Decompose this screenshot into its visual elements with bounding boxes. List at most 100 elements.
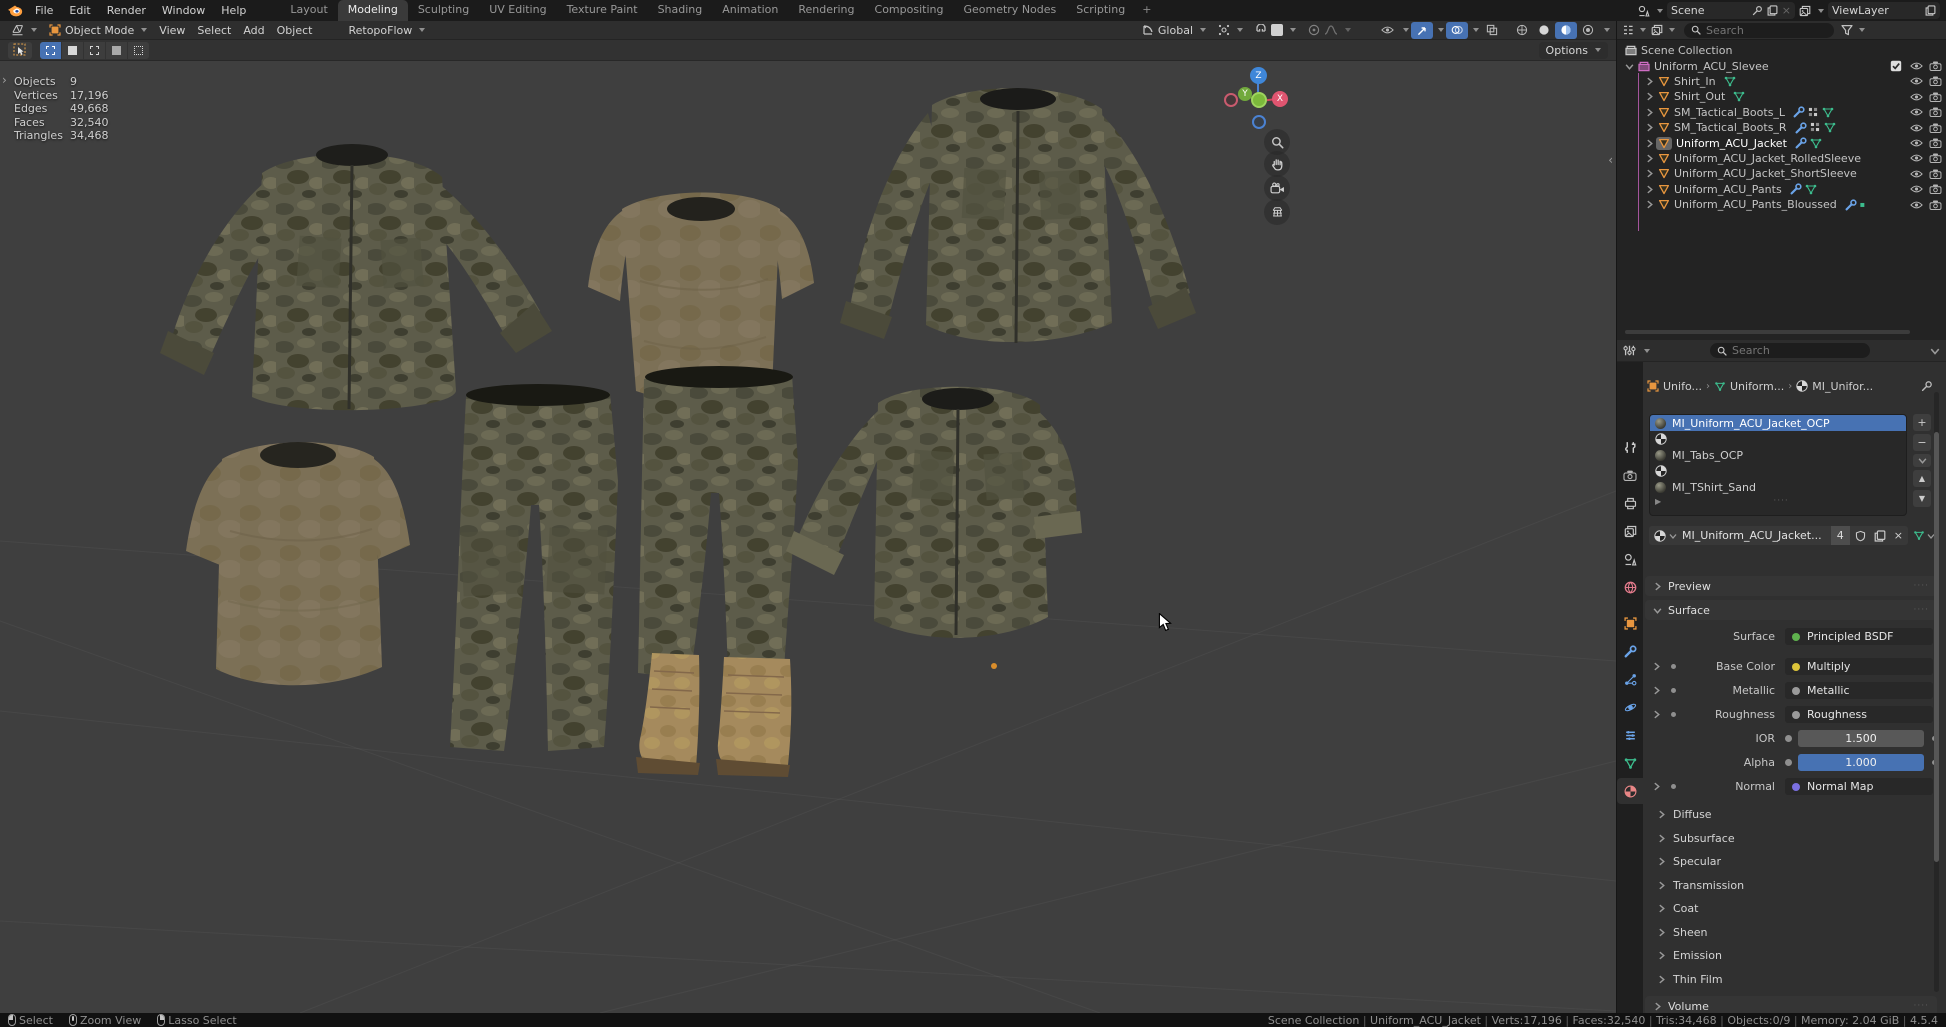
new-view-layer-icon[interactable] — [1925, 5, 1936, 16]
subpanel-subsurface[interactable]: Subsurface — [1645, 830, 1937, 847]
breadcrumb-object[interactable]: Unifo... — [1663, 380, 1702, 393]
subpanel-coat[interactable]: Coat — [1645, 900, 1937, 917]
render-visibility-icon[interactable] — [1929, 92, 1942, 102]
properties-scrollbar[interactable] — [1934, 392, 1939, 992]
shading-solid-button[interactable] — [1533, 22, 1555, 39]
outliner-scrollbar[interactable] — [1625, 330, 1910, 334]
scene-browse-icon[interactable] — [1638, 5, 1650, 17]
outliner-row-boots-r[interactable]: SM_Tactical_Boots_R — [1617, 120, 1946, 135]
expand-chevron-icon[interactable] — [1645, 77, 1654, 86]
expand-arrow-icon[interactable]: ▶ — [1655, 497, 1661, 506]
properties-editor-dropdown[interactable] — [1644, 349, 1650, 353]
tab-tool[interactable] — [1617, 434, 1643, 460]
move-view-button[interactable] — [1264, 151, 1290, 177]
view-layer-selector[interactable]: ViewLayer — [1828, 2, 1940, 19]
hide-eye-icon[interactable] — [1910, 169, 1923, 179]
filter-funnel-icon[interactable] — [1841, 24, 1853, 36]
blender-logo[interactable] — [7, 4, 23, 17]
properties-search-input[interactable] — [1732, 344, 1863, 357]
menu-edit[interactable]: Edit — [61, 0, 98, 21]
tab-scripting[interactable]: Scripting — [1066, 0, 1135, 21]
expand-chevron-icon[interactable] — [1645, 200, 1654, 209]
perspective-toggle-button[interactable] — [1264, 199, 1290, 225]
subpanel-thin-film[interactable]: Thin Film — [1645, 971, 1937, 988]
toolbar-expand-chevron[interactable]: › — [2, 73, 7, 87]
panel-grip[interactable]: ···· — [1914, 581, 1929, 591]
copy-material-button[interactable] — [1871, 526, 1889, 545]
fake-user-button[interactable] — [1850, 526, 1871, 545]
material-slot-selected[interactable]: MI_Uniform_ACU_Jacket_OCP — [1650, 415, 1906, 431]
render-visibility-icon[interactable] — [1929, 169, 1942, 179]
render-visibility-icon[interactable] — [1929, 138, 1942, 148]
surface-panel-header[interactable]: Surface ···· — [1645, 600, 1937, 620]
filter-dropdown-arrow[interactable] — [1859, 28, 1865, 32]
pin-icon[interactable] — [1752, 5, 1763, 16]
proportional-edit-toggle[interactable] — [1303, 22, 1356, 39]
tab-texture-paint[interactable]: Texture Paint — [557, 0, 648, 21]
menu-view[interactable]: View — [154, 22, 190, 39]
jacket-open-mesh[interactable] — [160, 144, 552, 410]
menu-object[interactable]: Object — [272, 22, 318, 39]
material-slot[interactable]: MI_Tabs_OCP — [1650, 447, 1906, 463]
render-visibility-icon[interactable] — [1929, 153, 1942, 163]
shading-rendered-button[interactable] — [1577, 22, 1599, 39]
menu-retopoflow[interactable]: RetopoFlow — [343, 22, 430, 39]
scene-dropdown-arrow[interactable] — [1657, 9, 1663, 13]
subpanel-emission[interactable]: Emission — [1645, 947, 1937, 964]
expand-chevron-icon[interactable] — [1652, 710, 1661, 719]
navigation-gizmo[interactable]: Z Y X — [1224, 65, 1296, 140]
tab-compositing[interactable]: Compositing — [865, 0, 954, 21]
select-mode-extend[interactable] — [62, 42, 83, 59]
move-slot-up-button[interactable]: ▲ — [1913, 470, 1931, 487]
expand-chevron-icon[interactable] — [1652, 782, 1661, 791]
gizmo-y-axis[interactable]: Y — [1238, 87, 1252, 101]
material-slot[interactable] — [1650, 463, 1906, 479]
tab-modifiers[interactable] — [1617, 638, 1643, 664]
options-button[interactable]: Options — [1539, 42, 1608, 59]
hide-eye-icon[interactable] — [1910, 92, 1923, 102]
tab-object-data[interactable] — [1617, 750, 1643, 776]
tab-world[interactable] — [1617, 574, 1643, 600]
hide-eye-icon[interactable] — [1910, 61, 1923, 71]
tab-physics[interactable] — [1617, 694, 1643, 720]
tab-layout[interactable]: Layout — [280, 0, 337, 21]
overlays-dropdown-arrow[interactable] — [1473, 28, 1479, 32]
alpha-socket-icon[interactable] — [1785, 759, 1792, 766]
unlink-scene-icon[interactable]: × — [1782, 4, 1791, 17]
jacket-back-mesh[interactable] — [840, 88, 1196, 343]
move-slot-down-button[interactable]: ▼ — [1913, 490, 1931, 507]
hide-eye-icon[interactable] — [1910, 107, 1923, 117]
tab-modeling[interactable]: Modeling — [338, 0, 408, 21]
hide-eye-icon[interactable] — [1910, 153, 1923, 163]
tab-sculpting[interactable]: Sculpting — [408, 0, 479, 21]
xray-toggle[interactable] — [1481, 22, 1503, 39]
tab-output[interactable] — [1617, 490, 1643, 516]
editor-type-button[interactable] — [6, 22, 42, 39]
outliner-filter-obj-icon[interactable] — [1651, 24, 1663, 36]
hide-eye-icon[interactable] — [1910, 123, 1923, 133]
scene-selector[interactable]: Scene × — [1667, 2, 1795, 19]
render-visibility-icon[interactable] — [1929, 123, 1942, 133]
panel-grip[interactable]: ···· — [1914, 1001, 1929, 1011]
expand-chevron-icon[interactable] — [1645, 108, 1654, 117]
tab-animation[interactable]: Animation — [712, 0, 788, 21]
show-overlays-toggle[interactable] — [1446, 22, 1468, 39]
material-slot[interactable] — [1650, 431, 1906, 447]
tab-geometry-nodes[interactable]: Geometry Nodes — [953, 0, 1066, 21]
anim-dot-icon[interactable] — [1671, 784, 1676, 789]
roughness-input-button[interactable]: Roughness — [1785, 706, 1933, 723]
menu-file[interactable]: File — [27, 0, 61, 21]
expand-chevron-icon[interactable] — [1645, 123, 1654, 132]
outliner-row-jacket-rolled[interactable]: Uniform_ACU_Jacket_RolledSleeve — [1617, 151, 1946, 166]
browse-material-button[interactable] — [1649, 526, 1682, 545]
material-slot[interactable]: MI_TShirt_Sand — [1650, 479, 1906, 495]
tab-rendering[interactable]: Rendering — [788, 0, 864, 21]
snap-toggle[interactable] — [1250, 22, 1301, 39]
gizmo-z-neg-axis[interactable] — [1252, 115, 1266, 129]
tab-render[interactable] — [1617, 462, 1643, 488]
tab-shading[interactable]: Shading — [648, 0, 713, 21]
properties-search[interactable] — [1710, 343, 1870, 358]
outliner-row-shirt-out[interactable]: Shirt_Out — [1617, 89, 1946, 104]
subpanel-diffuse[interactable]: Diffuse — [1645, 806, 1937, 823]
outliner-editor-icon[interactable] — [1622, 24, 1634, 36]
